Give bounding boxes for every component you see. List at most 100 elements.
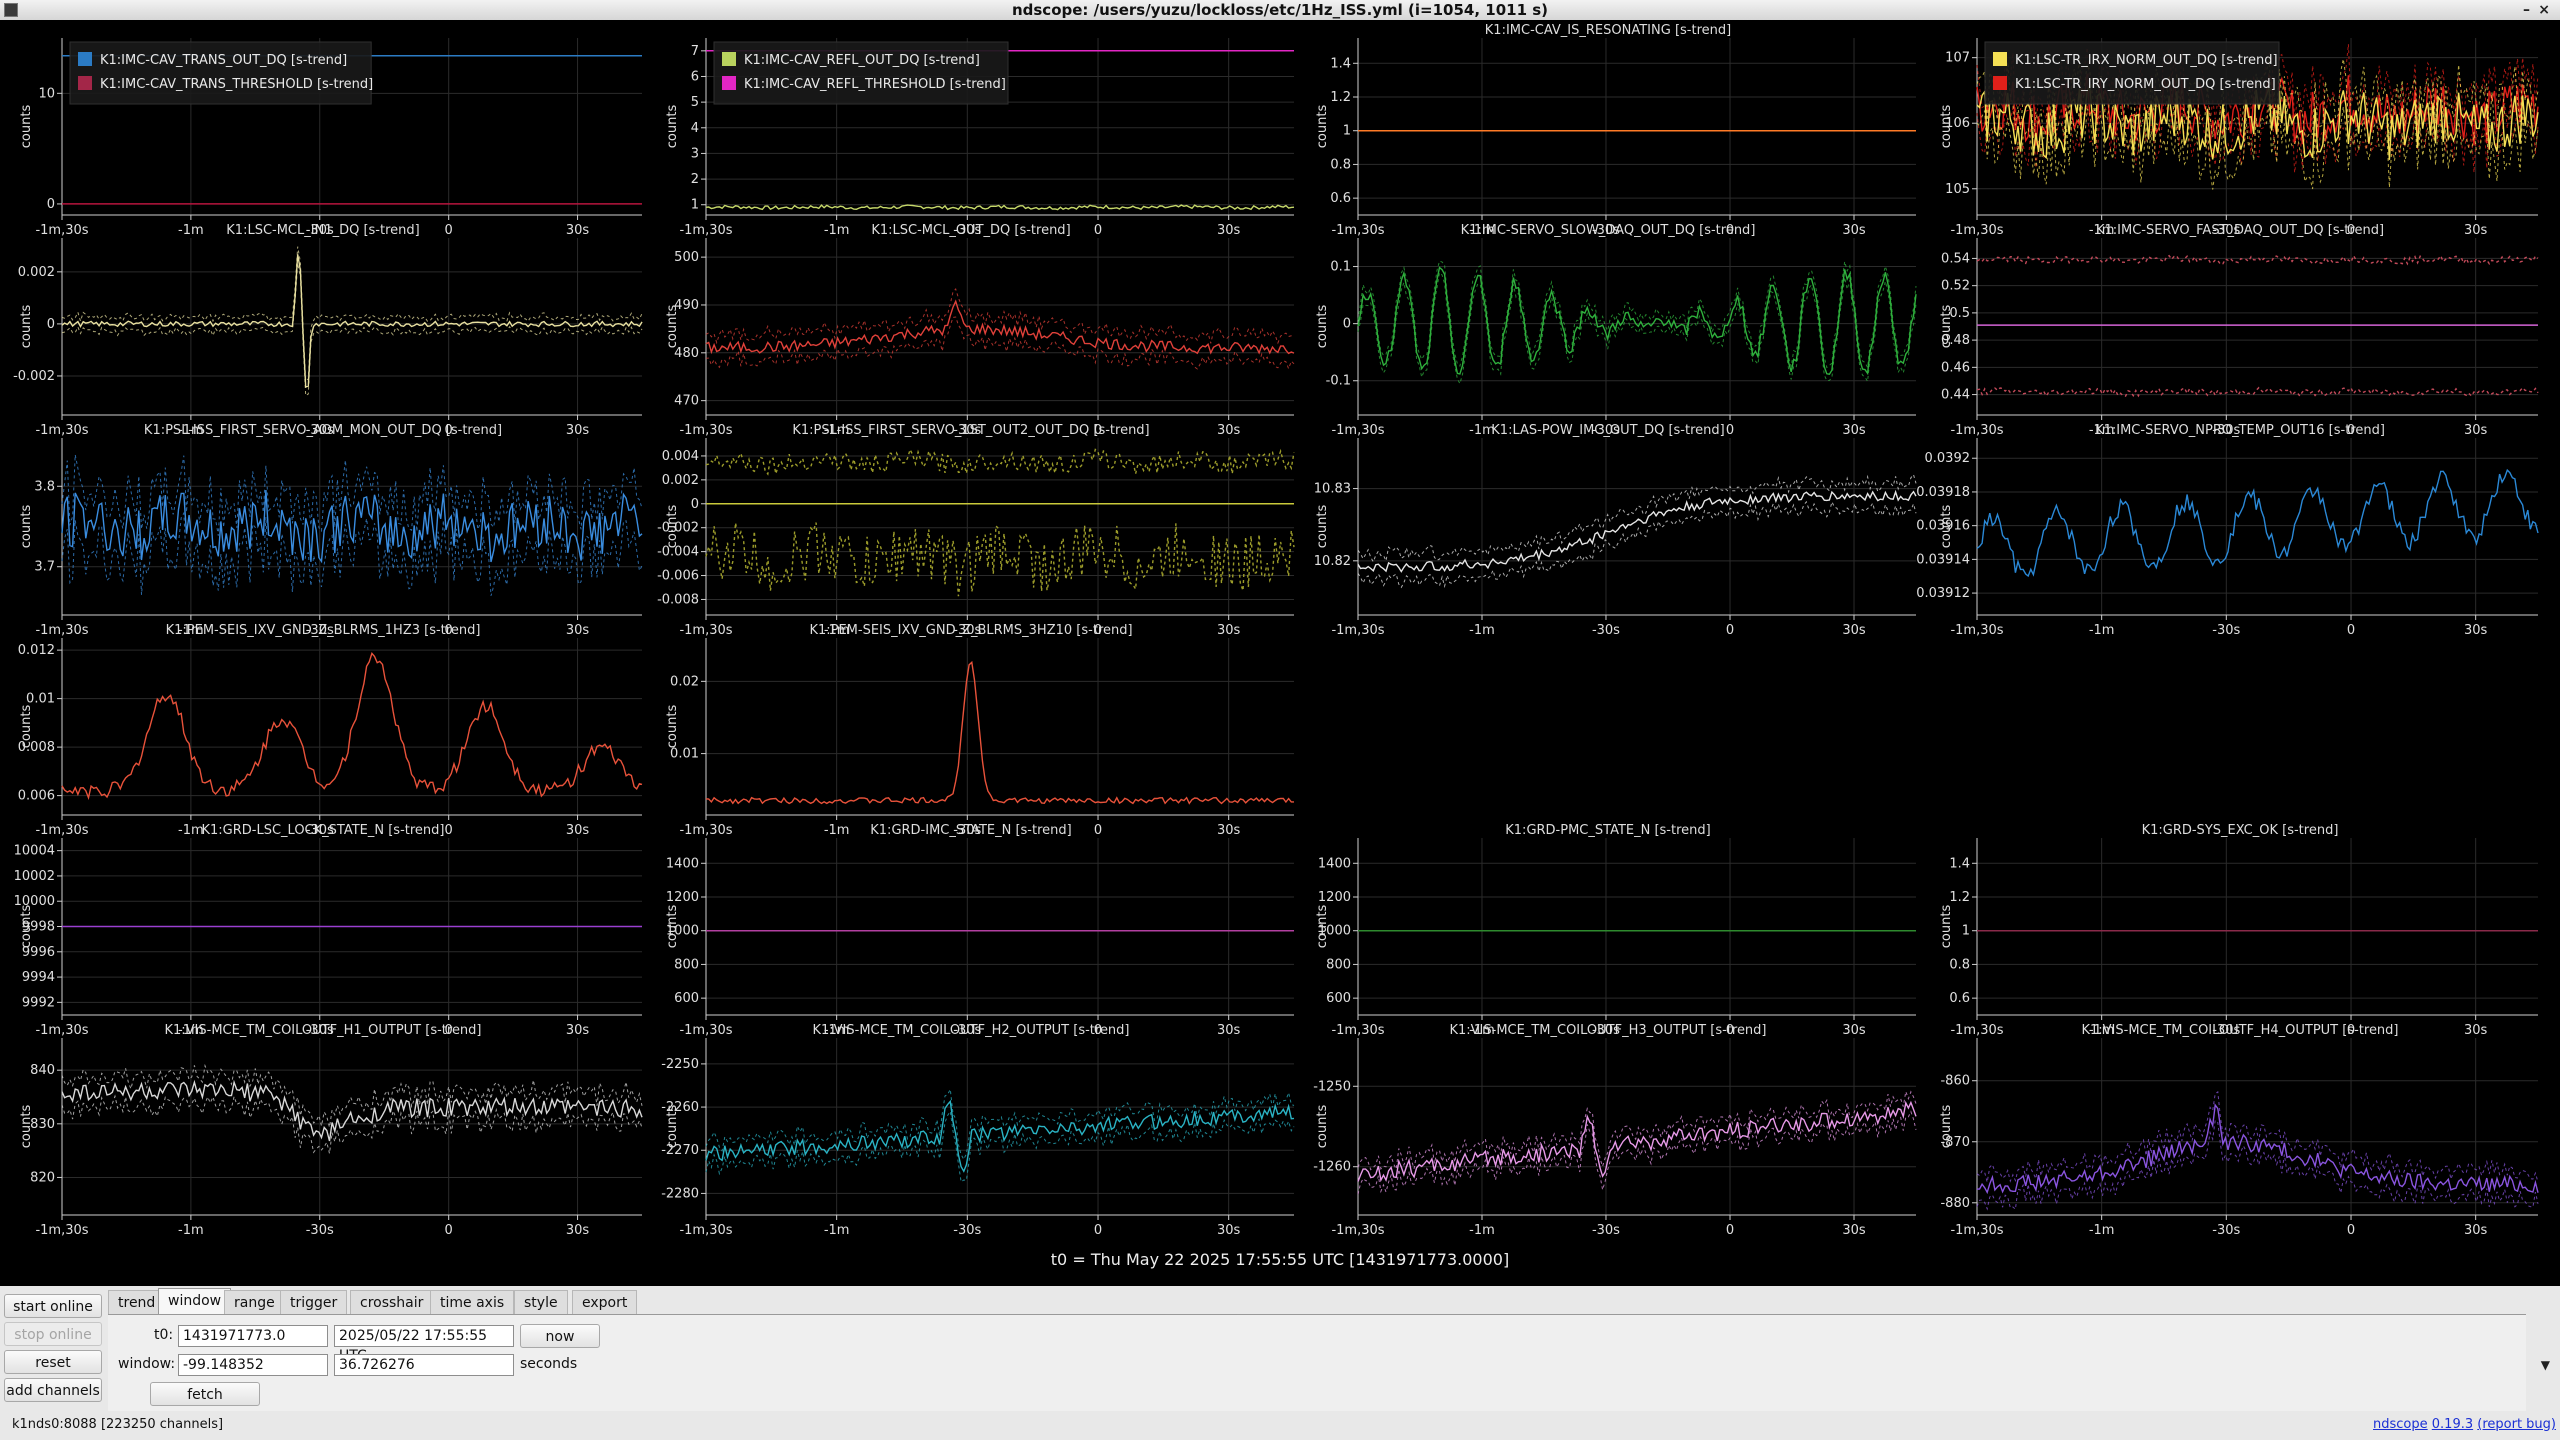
y-tick-label: -1250 bbox=[1313, 1079, 1351, 1094]
series-min-line bbox=[1357, 1110, 1917, 1195]
collapse-arrow-icon[interactable]: ▼ bbox=[2541, 1358, 2550, 1372]
plot-p01[interactable]: 1234567-1m,30s -1m -30s 0 30scountsK1:IMC-CA… bbox=[665, 38, 1295, 238]
plot-p41[interactable]: K1:GRD-IMC_STATE_N [s-trend]600800100012… bbox=[665, 823, 1294, 1038]
plot-p22[interactable]: K1:LAS-POW_IMC_OUT_DQ [s-trend] 10.82 10.8… bbox=[1314, 423, 1917, 638]
reset-button[interactable]: reset bbox=[4, 1350, 102, 1374]
x-tick-label: 30s bbox=[1842, 423, 1866, 438]
fetch-label: fetch bbox=[187, 1387, 223, 1403]
y-tick-label: 0 bbox=[47, 197, 55, 212]
y-axis-label: counts bbox=[19, 1105, 34, 1149]
plot-p10[interactable]: K1:LSC-MCL_IN1_DQ [s-trend] -0.002 0 0.002 -… bbox=[13, 223, 643, 438]
y-tick-label: 0.1 bbox=[1330, 260, 1351, 275]
plot-title: K1:IMC-CAV_IS_RESONATING [s-trend] bbox=[1485, 23, 1731, 38]
window-start-field[interactable]: -99.148352 bbox=[178, 1354, 328, 1376]
x-tick-label: -1m,30s bbox=[35, 223, 88, 238]
close-button[interactable]: × bbox=[2538, 0, 2550, 20]
y-tick-label: -2280 bbox=[661, 1186, 699, 1201]
plot-title: K1:GRD-IMC_STATE_N [s-trend] bbox=[870, 823, 1071, 838]
report-bug-link[interactable]: (report bug) bbox=[2477, 1417, 2556, 1432]
x-tick-label: 30s bbox=[1217, 823, 1241, 838]
add-channels-button[interactable]: add channels bbox=[4, 1378, 102, 1402]
plot-p13[interactable]: K1:IMC-SERVO_FAST_DAQ_OUT_DQ [s-trend] 0.… bbox=[1939, 223, 2539, 438]
t0-label-plot: t0 = Thu May 22 2025 17:55:55 UTC [14319… bbox=[1051, 1250, 1509, 1269]
x-tick-label: 0 bbox=[1726, 1223, 1734, 1238]
tab-range[interactable]: range bbox=[224, 1290, 285, 1314]
window-end-field[interactable]: 36.726276 bbox=[334, 1354, 514, 1376]
plot-p00[interactable]: 010-1m,30s -1m -30s 0 30scountsK1:IMC-CAV_TR… bbox=[19, 38, 642, 238]
now-button[interactable]: now bbox=[520, 1324, 600, 1348]
plot-p42[interactable]: K1:GRD-PMC_STATE_N [s-trend]600800100012… bbox=[1315, 823, 1916, 1038]
plots-canvas[interactable]: 010-1m,30s -1m -30s 0 30scountsK1:IMC-CAV_TR… bbox=[0, 20, 2560, 1286]
plot-p21[interactable]: K1:PSL-ISS_FIRST_SERVO_1ST_OUT2_OUT_DQ [… bbox=[657, 423, 1295, 638]
plot-p20[interactable]: K1:PSL-ISS_FIRST_SERVO_AOM_MON_OUT_DQ [s… bbox=[19, 423, 643, 638]
x-tick-label: -1m bbox=[178, 1223, 204, 1238]
y-tick-label: 3.7 bbox=[34, 560, 55, 575]
y-tick-label: 0 bbox=[691, 497, 699, 512]
plot-p12[interactable]: K1:IMC-SERVO_SLOW_DAQ_OUT_DQ [s-trend] -0… bbox=[1315, 223, 1917, 438]
plot-p30[interactable]: K1:PEM-SEIS_IXV_GND_Z_BLRMS_1HZ3 [s-tren… bbox=[18, 623, 643, 838]
tab-window[interactable]: window bbox=[158, 1288, 232, 1314]
series-max-line bbox=[1357, 473, 1917, 563]
plot-p51[interactable]: K1:VIS-MCE_TM_COILOUTF_H2_OUTPUT [s-tren… bbox=[661, 1023, 1295, 1238]
plot-title: K1:IMC-SERVO_FAST_DAQ_OUT_DQ [s-trend] bbox=[2096, 223, 2384, 238]
y-tick-label: 105 bbox=[1945, 182, 1970, 197]
y-tick-label: 800 bbox=[1326, 957, 1351, 972]
y-tick-label: -0.006 bbox=[657, 569, 699, 584]
legend-swatch bbox=[722, 76, 736, 90]
x-tick-label: 30s bbox=[2464, 623, 2488, 638]
tab-time-axis[interactable]: time axis bbox=[430, 1290, 515, 1314]
series-line bbox=[61, 651, 643, 801]
y-tick-label: 6 bbox=[691, 69, 699, 84]
legend-label: K1:LSC-TR_IRY_NORM_OUT_DQ [s-trend] bbox=[2015, 77, 2276, 92]
stop-online-button[interactable]: stop online bbox=[4, 1322, 102, 1346]
tab-crosshair[interactable]: crosshair bbox=[350, 1290, 434, 1314]
tab-trigger[interactable]: trigger bbox=[280, 1290, 348, 1314]
y-axis-label: counts bbox=[19, 905, 34, 949]
y-axis-label: counts bbox=[665, 705, 680, 749]
t0-gps-field[interactable]: 1431971773.0 bbox=[178, 1325, 328, 1347]
plot-p02[interactable]: K1:IMC-CAV_IS_RESONATING [s-trend] 0.6 0.8… bbox=[1315, 23, 1916, 238]
y-tick-label: 10.82 bbox=[1314, 554, 1351, 569]
y-tick-label: 1.2 bbox=[1949, 890, 1970, 905]
y-tick-label: 1.4 bbox=[1330, 56, 1351, 71]
plot-p40[interactable]: K1:GRD-LSC_LOCK_STATE_N [s-trend] 9992 999… bbox=[14, 823, 642, 1038]
plot-p31[interactable]: K1:PEM-SEIS_IXV_GND_Z_BLRMS_3HZ10 [s-tre… bbox=[665, 623, 1294, 838]
y-axis-label: counts bbox=[19, 105, 34, 149]
plot-grid[interactable]: 0 10 -1m,30s -1m -30s 0 30s counts K1:IMC-CAV_TR… bbox=[0, 20, 2560, 1286]
fetch-button[interactable]: fetch bbox=[150, 1382, 260, 1406]
minimize-button[interactable]: – bbox=[2523, 0, 2530, 20]
y-tick-label: 820 bbox=[30, 1170, 55, 1185]
plot-title: K1:VIS-MCE_TM_COILOUTF_H2_OUTPUT [s-tren… bbox=[812, 1023, 1129, 1038]
y-tick-label: 0.54 bbox=[1941, 251, 1970, 266]
tab-export[interactable]: export bbox=[572, 1290, 638, 1314]
series-line bbox=[705, 204, 1295, 211]
plot-p52[interactable]: K1:VIS-MCE_TM_COILOUTF_H3_OUTPUT [s-tren… bbox=[1313, 1023, 1917, 1238]
ndscope-link[interactable]: ndscope bbox=[2373, 1417, 2428, 1432]
start-online-button[interactable]: start online bbox=[4, 1294, 102, 1318]
tab-style[interactable]: style bbox=[514, 1290, 568, 1314]
plot-p23[interactable]: K1:IMC-SERVO_NPRO_TEMP_OUT16 [s-trend] 0.… bbox=[1916, 423, 2539, 638]
y-tick-label: 0.004 bbox=[662, 449, 699, 464]
plot-p11[interactable]: K1:LSC-MCL_OUT_DQ [s-trend]470480490500-… bbox=[665, 223, 1295, 438]
plot-p50[interactable]: K1:VIS-MCE_TM_COILOUTF_H1_OUTPUT [s-tren… bbox=[19, 1023, 643, 1238]
x-tick-label: -1m,30s bbox=[1950, 1023, 2003, 1038]
legend-swatch bbox=[1993, 52, 2007, 66]
y-tick-label: 4 bbox=[691, 121, 699, 136]
series-line bbox=[1976, 254, 2539, 266]
y-tick-label: 10002 bbox=[14, 869, 55, 884]
plot-p03[interactable]: 105106107-1m,30s -1m -30s 0 30scountsK1:LSC-… bbox=[1939, 38, 2539, 238]
reset-label: reset bbox=[35, 1355, 71, 1371]
version-link[interactable]: 0.19.3 bbox=[2432, 1417, 2473, 1432]
y-axis-label: counts bbox=[665, 305, 680, 349]
plot-p53[interactable]: K1:VIS-MCE_TM_COILOUTF_H4_OUTPUT [s-tren… bbox=[1939, 1023, 2539, 1238]
x-tick-label: 30s bbox=[1842, 1023, 1866, 1038]
x-tick-label: 30s bbox=[566, 223, 590, 238]
t0-utc-field[interactable]: 2025/05/22 17:55:55 UTC bbox=[334, 1325, 514, 1364]
x-tick-label: -1m,30s bbox=[35, 623, 88, 638]
y-tick-label: 0.6 bbox=[1330, 191, 1351, 206]
app-menu-icon[interactable] bbox=[4, 3, 18, 17]
plot-p43[interactable]: K1:GRD-SYS_EXC_OK [s-trend] 0.6 0.8 1 1.2 1.4… bbox=[1939, 823, 2538, 1038]
channel-count: [223250 channels] bbox=[100, 1417, 224, 1432]
tab-trend[interactable]: trend bbox=[108, 1290, 166, 1314]
x-tick-label: -1m bbox=[1469, 1223, 1495, 1238]
